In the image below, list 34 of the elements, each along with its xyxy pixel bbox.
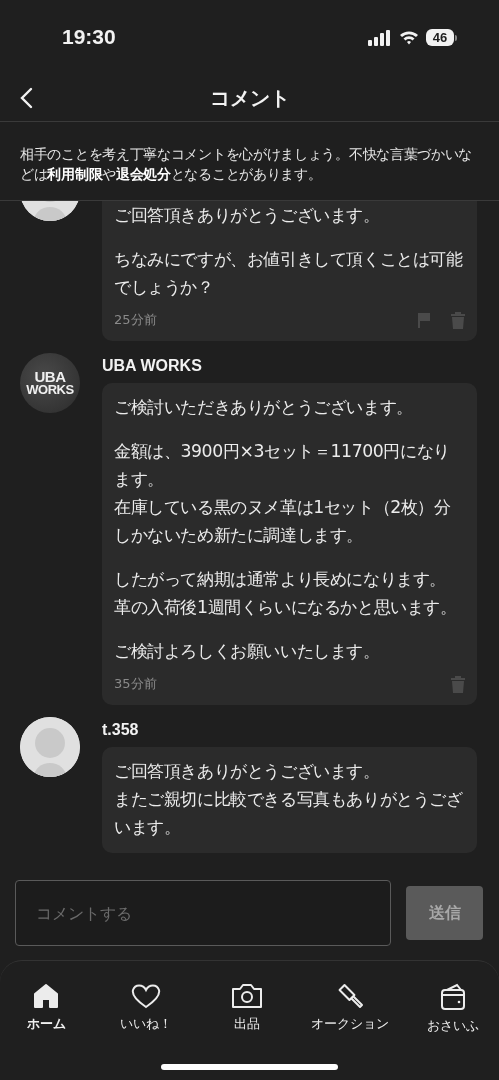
comment-text: 在庫している黒のヌメ革は1セット（2枚）分しかないため新たに調達します。 [114, 496, 452, 547]
wallet-icon [439, 983, 467, 1011]
user-avatar [20, 717, 80, 777]
signal-icon [368, 29, 392, 46]
comment-text: したがって納期は通常より長めになります。 [114, 568, 447, 591]
trash-icon[interactable] [451, 675, 465, 693]
nav-tab[interactable]: おさいふ [417, 983, 489, 1035]
nav-tab[interactable]: ホーム [10, 983, 82, 1035]
wifi-icon [399, 30, 419, 45]
comment-time: 35分前 [114, 675, 158, 693]
comment-text: ご検討よろしくお願いいたします。 [114, 640, 381, 663]
comment-text: 革の入荷後1週間くらいになるかと思います。 [114, 596, 458, 619]
battery-icon: 46 [426, 29, 457, 46]
author-name: UBA WORKS [102, 357, 203, 375]
flag-icon[interactable] [417, 312, 431, 328]
heart-icon [131, 983, 162, 1009]
comment-text: 金額は、3900円×3セット＝11700円になります。 [114, 440, 451, 491]
comment-text: ご回答頂きありがとうございます。 [114, 204, 381, 227]
author-name: t.358 [102, 721, 140, 739]
trash-icon[interactable] [451, 311, 465, 329]
nav-tab[interactable]: オークション [310, 983, 389, 1035]
comment-text: ご検討いただきありがとうございます。 [114, 396, 414, 419]
comment-text: またご親切に比較できる写真もありがとうございます。 [114, 788, 464, 839]
comment-text: ご回答頂きありがとうございます。 [114, 760, 381, 783]
comment-time: 25分前 [114, 311, 158, 329]
comment-text: ちなみにですが、お値引きして頂くことは可能でしょうか？ [114, 248, 464, 299]
nav-tab[interactable]: いいね！ [110, 983, 183, 1035]
user-avatar: UBA WORKS [20, 353, 80, 413]
camera-icon [230, 983, 263, 1009]
home-icon [32, 983, 60, 1009]
nav-tab[interactable]: 出品 [210, 983, 283, 1035]
notice-text: 相手のことを考え丁寧なコメントを心がけましょう。不快な言葉づかいなどは利用制限や退会処分となることがあります。 [20, 145, 474, 184]
status-time: 19:30 [62, 24, 117, 49]
page-title: コメント [209, 84, 290, 112]
